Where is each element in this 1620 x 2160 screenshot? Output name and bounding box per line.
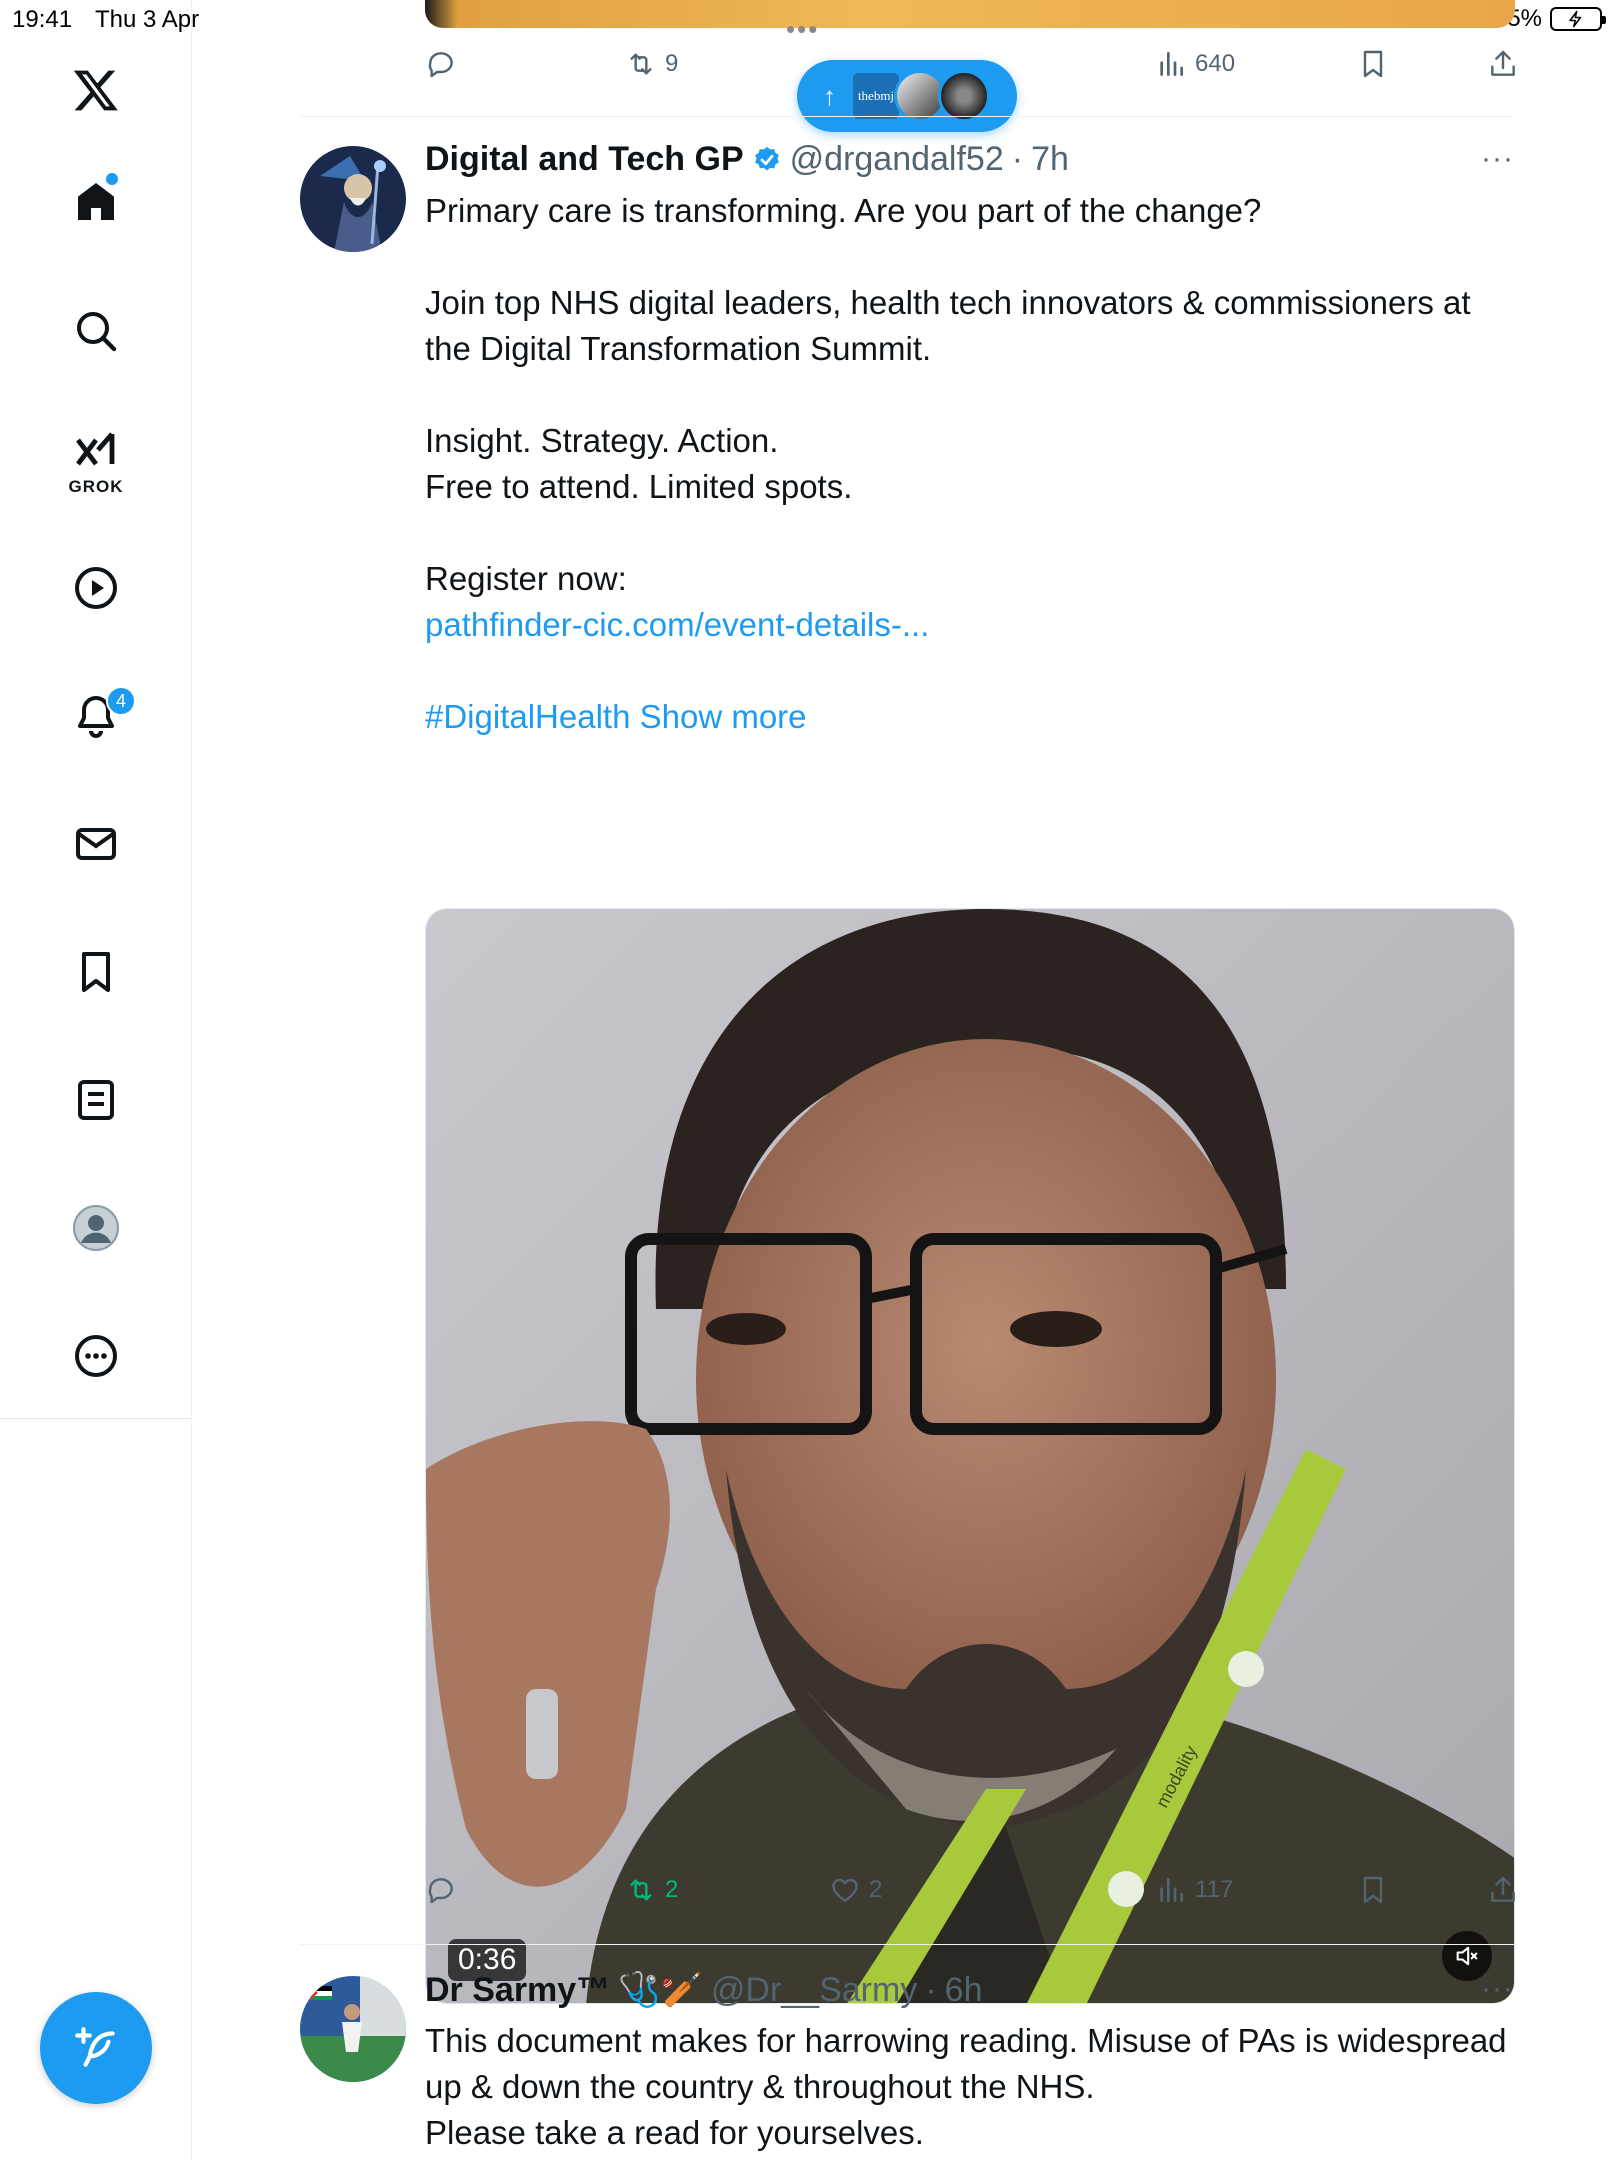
video-frame: modality (426, 909, 1514, 2003)
muted-speaker-icon (1456, 1946, 1478, 1966)
tweet-text-line: Please take a read for yourselves. (425, 2114, 924, 2151)
tweet-divider (300, 1944, 1514, 1945)
views-count: 640 (1195, 50, 1236, 77)
sidebar-item-video[interactable] (62, 554, 130, 622)
bookmark-icon (82, 952, 110, 992)
pill-avatar (938, 70, 990, 122)
search-icon (77, 312, 117, 352)
retweet-count: 9 (665, 50, 679, 77)
sidebar: GROK 4 (0, 0, 192, 2160)
bookmark-icon (1363, 1876, 1383, 1904)
views-button[interactable]: 117 (1155, 1874, 1233, 1906)
tweet-header: Digital and Tech GP @drgandalf52 · 7h (425, 140, 1069, 179)
reply-icon (428, 1878, 453, 1904)
bookmark-button[interactable] (1357, 48, 1389, 80)
previous-tweet-media[interactable] (425, 0, 1515, 28)
notification-badge: 4 (106, 686, 136, 716)
tweet-header: Dr Sarmy™ 🩺🏏 @Dr__Sarmy · 6h (425, 1970, 982, 2010)
sidebar-divider (0, 1418, 192, 1419)
share-button[interactable] (1487, 48, 1519, 80)
views-count: 117 (1195, 1876, 1234, 1903)
tweet-more-button[interactable]: ··· (1481, 1972, 1514, 2006)
new-posts-pill[interactable]: ↑ thebmj (797, 60, 1017, 132)
share-icon (1491, 1876, 1515, 1902)
heart-icon (832, 1878, 858, 1903)
retweet-button[interactable]: 9 (625, 48, 678, 80)
retweet-icon (630, 53, 652, 75)
tweet-text-line: Primary care is transforming. Are you pa… (425, 192, 1262, 229)
mail-icon (76, 828, 116, 860)
retweet-button[interactable]: 2 (625, 1874, 678, 1906)
share-icon (1491, 50, 1515, 76)
tweet-text: Primary care is transforming. Are you pa… (425, 188, 1515, 740)
views-button[interactable]: 640 (1155, 48, 1235, 80)
reply-button[interactable] (425, 1874, 457, 1906)
verified-badge-icon (754, 146, 779, 170)
tweet-text: This document makes for harrowing readin… (425, 2018, 1515, 2156)
bookmark-icon (1363, 50, 1383, 78)
grok-icon (76, 432, 115, 466)
author-emoji: 🩺🏏 (618, 1971, 703, 2009)
reply-icon (428, 52, 453, 78)
sidebar-item-lists[interactable] (62, 1066, 130, 1134)
list-icon (78, 1080, 114, 1120)
sidebar-item-messages[interactable] (62, 810, 130, 878)
author-handle[interactable]: @drgandalf52 (790, 140, 1004, 179)
sidebar-item-home[interactable] (62, 168, 130, 236)
tweet-text-line: Insight. Strategy. Action. (425, 422, 779, 459)
like-count: 2 (869, 1876, 883, 1903)
author-handle[interactable]: @Dr__Sarmy (711, 1971, 917, 2010)
tweet-timestamp[interactable]: 7h (1031, 140, 1069, 179)
retweet-count: 2 (665, 1876, 679, 1903)
tweet-text-line: Join top NHS digital leaders, health tec… (425, 284, 1471, 367)
author-name[interactable]: Dr Sarmy™ (425, 1971, 610, 2010)
sidebar-item-explore[interactable] (62, 297, 130, 365)
tweet-link[interactable]: pathfinder-cic.com/event-details-... (425, 606, 929, 643)
home-icon (78, 183, 114, 220)
timeline: ••• 9 640 ↑ thebmj Digital and Tech GP @… (300, 0, 1515, 2160)
retweet-icon (630, 1879, 652, 1901)
separator-dot: · (1011, 140, 1024, 178)
views-icon (1160, 52, 1183, 76)
more-dots-icon: ••• (786, 14, 820, 44)
tweet-actions: 2 2 117 (425, 1874, 1515, 1914)
sidebar-item-grok[interactable] (62, 418, 130, 486)
profile-icon (73, 1205, 119, 1251)
sidebar-item-more[interactable] (62, 1322, 130, 1390)
battery-icon (1550, 7, 1606, 31)
bookmark-button[interactable] (1357, 1874, 1389, 1906)
sidebar-item-profile[interactable] (62, 1194, 130, 1262)
compose-icon (75, 2027, 115, 2067)
tweet-text-line: This document makes for harrowing readin… (425, 2022, 1507, 2105)
sidebar-item-bookmarks[interactable] (62, 938, 130, 1006)
home-notification-dot (106, 173, 118, 185)
tweet-timestamp[interactable]: 6h (945, 1971, 983, 2010)
separator-dot: · (925, 1970, 937, 2009)
play-icon (75, 567, 117, 609)
like-button[interactable]: 2 (829, 1874, 882, 1906)
tweet-text-line: Free to attend. Limited spots. (425, 468, 853, 505)
author-name[interactable]: Digital and Tech GP (425, 140, 744, 179)
avatar[interactable] (300, 146, 406, 252)
hashtag-link[interactable]: #DigitalHealth (425, 698, 630, 735)
more-icon (75, 1335, 117, 1377)
avatar[interactable] (300, 1976, 406, 2082)
tweet-video[interactable]: modality 0:36 (425, 908, 1515, 2004)
show-more-link[interactable]: Show more (640, 698, 807, 735)
tweet-text-line: Register now: (425, 560, 627, 597)
reply-button[interactable] (425, 48, 457, 80)
tweet-more-button[interactable]: ··· (1481, 142, 1514, 176)
arrow-up-icon: ↑ (823, 80, 836, 111)
tweet-divider (300, 116, 1514, 117)
x-logo-icon[interactable] (62, 56, 130, 124)
compose-button[interactable] (40, 1992, 152, 2104)
views-icon (1160, 1878, 1183, 1902)
grok-label: GROK (68, 477, 124, 496)
share-button[interactable] (1487, 1874, 1519, 1906)
